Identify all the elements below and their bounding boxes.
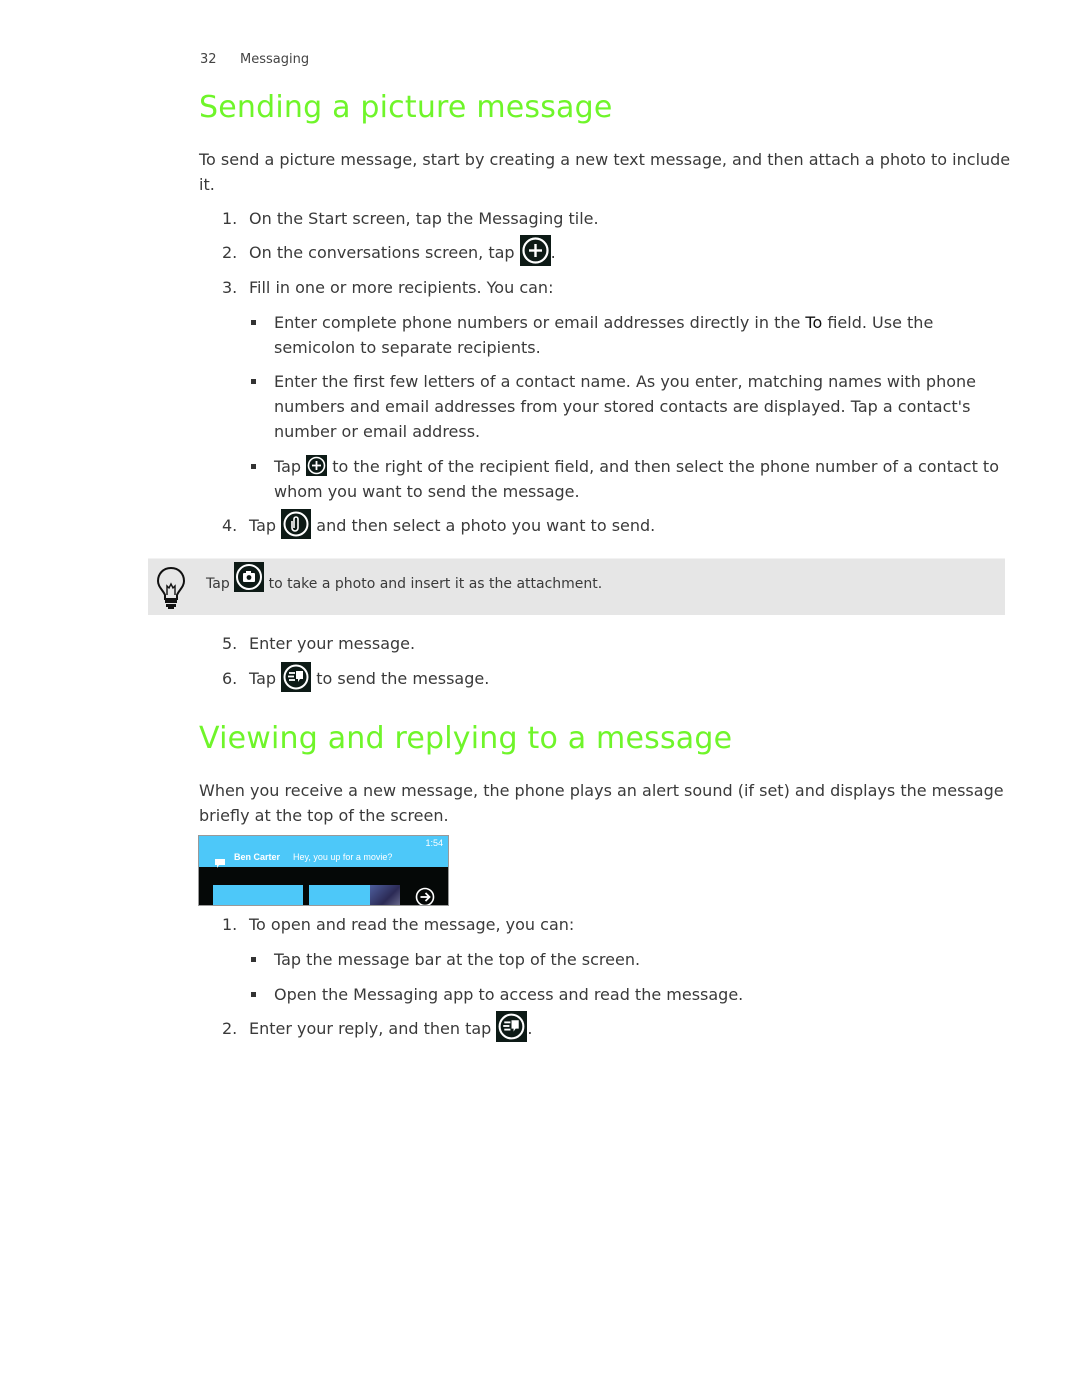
notification-screenshot: 1:54 Ben Carter Hey, you up for a movie? bbox=[198, 835, 449, 906]
send-icon bbox=[496, 1011, 528, 1042]
step-text-after: . bbox=[550, 243, 556, 262]
sender-name: Ben Carter bbox=[234, 852, 281, 862]
section2-intro: When you receive a new message, the phon… bbox=[199, 781, 1004, 825]
bullet-text-after: to the right of the recipient field, and… bbox=[274, 457, 999, 501]
add-circle-icon bbox=[519, 235, 551, 266]
step-text-after: and then select a photo you want to send… bbox=[311, 516, 656, 535]
step-text: On the conversations screen, tap bbox=[249, 243, 520, 262]
send-icon bbox=[281, 661, 312, 692]
step-1: 1. On the Start screen, tap the Messaging… bbox=[222, 206, 1012, 231]
step-6: 6. Tap to send the message. bbox=[222, 661, 1012, 692]
section1-intro: To send a picture message, start by crea… bbox=[199, 150, 1011, 194]
step-text: Fill in one or more recipients. You can: bbox=[249, 278, 554, 297]
tip-text-before: Tap bbox=[206, 576, 235, 592]
step-text: Tap bbox=[249, 669, 282, 688]
step-text: Enter your reply, and then tap bbox=[249, 1019, 497, 1038]
message-bubble-icon bbox=[215, 853, 225, 872]
step-5: 5. Enter your message. bbox=[222, 631, 1012, 656]
step-number: 2. bbox=[222, 243, 238, 262]
lightbulb-icon bbox=[156, 566, 186, 614]
to-field-label: To bbox=[805, 313, 823, 332]
section-title-viewing: Viewing and replying to a message bbox=[199, 721, 733, 756]
chapter-name: Messaging bbox=[240, 52, 310, 67]
step-text: On the Start screen, tap the Messaging t… bbox=[249, 209, 599, 228]
step-number: 1. bbox=[222, 209, 238, 228]
message-preview: Hey, you up for a movie? bbox=[293, 852, 393, 862]
bullet-item: Tap the message bar at the top of the sc… bbox=[251, 947, 1009, 972]
step-2-reply: 2. Enter your reply, and then tap . bbox=[222, 1011, 1012, 1042]
bullet-item: Enter the first few letters of a contact… bbox=[251, 369, 1009, 444]
contact-photo-tile bbox=[370, 885, 400, 905]
clock-time: 1:54 bbox=[425, 838, 443, 848]
step-2: 2. On the conversations screen, tap . bbox=[222, 235, 1012, 266]
step-text: Enter your message. bbox=[249, 634, 416, 653]
step-number: 5. bbox=[222, 634, 238, 653]
page-number: 32 bbox=[200, 52, 217, 67]
step-4: 4. Tap and then select a photo you want t… bbox=[222, 508, 1012, 539]
bullet-item: Enter complete phone numbers or email ad… bbox=[251, 310, 1009, 360]
running-head: 32 Messaging bbox=[200, 52, 309, 67]
bullet-item: Tap to the right of the recipient field,… bbox=[251, 454, 1009, 504]
step-number: 3. bbox=[222, 278, 238, 297]
bullet-text: Enter complete phone numbers or email ad… bbox=[274, 313, 806, 332]
camera-icon bbox=[234, 562, 265, 592]
attach-paperclip-icon bbox=[281, 508, 312, 539]
bullet-text: Tap bbox=[274, 457, 307, 476]
step-text: Tap bbox=[249, 516, 282, 535]
add-circle-icon bbox=[306, 455, 328, 476]
step-number: 6. bbox=[222, 669, 238, 688]
step-3: 3. Fill in one or more recipients. You ca… bbox=[222, 275, 1012, 300]
step-number: 2. bbox=[222, 1019, 238, 1038]
tip-box: Tap to take a photo and insert it as the… bbox=[148, 558, 1005, 615]
step-text-after: . bbox=[527, 1019, 533, 1038]
arrow-right-icon bbox=[415, 887, 435, 905]
start-tile bbox=[213, 885, 303, 905]
section-title-sending: Sending a picture message bbox=[199, 90, 613, 125]
step-number: 4. bbox=[222, 516, 238, 535]
start-tile bbox=[309, 885, 370, 905]
step-number: 1. bbox=[222, 915, 238, 934]
bullet-item: Open the Messaging app to access and rea… bbox=[251, 982, 1009, 1007]
tip-text-after: to take a photo and insert it as the att… bbox=[264, 576, 603, 592]
step-text-after: to send the message. bbox=[311, 669, 490, 688]
step-1-read: 1. To open and read the message, you can: bbox=[222, 912, 1012, 937]
tip-text: Tap to take a photo and insert it as the… bbox=[206, 562, 603, 592]
step-text: To open and read the message, you can: bbox=[249, 915, 575, 934]
